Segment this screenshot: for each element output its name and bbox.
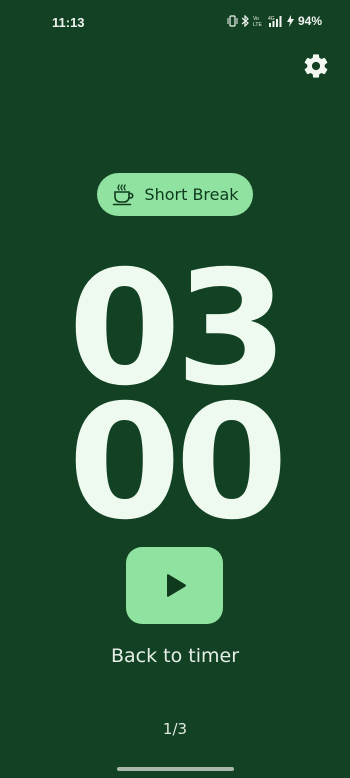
gear-icon xyxy=(304,54,328,78)
home-indicator[interactable] xyxy=(117,767,234,771)
coffee-cup-icon xyxy=(113,183,134,205)
status-time: 11:13 xyxy=(52,15,85,30)
page-indicator: 1/3 xyxy=(162,720,188,738)
mode-chip-short-break[interactable]: Short Break xyxy=(97,173,253,216)
vibrate-icon xyxy=(227,15,238,27)
battery-percent: 94% xyxy=(297,14,322,28)
status-bar: 11:13 Vo LTE 4G 94% xyxy=(0,0,350,46)
play-icon xyxy=(166,573,186,597)
settings-button[interactable] xyxy=(300,50,332,82)
4g-signal-icon: 4G xyxy=(268,16,282,27)
timer-seconds: 00 xyxy=(67,371,288,555)
play-button[interactable] xyxy=(126,547,223,624)
volte-icon: Vo LTE xyxy=(253,16,262,27)
mode-label: Short Break xyxy=(144,185,239,204)
status-icons: Vo LTE 4G 94% xyxy=(227,14,322,28)
back-to-timer-link[interactable]: Back to timer xyxy=(0,645,350,667)
svg-text:LTE: LTE xyxy=(253,22,262,27)
charging-icon xyxy=(286,15,294,27)
bluetooth-icon xyxy=(241,15,249,27)
